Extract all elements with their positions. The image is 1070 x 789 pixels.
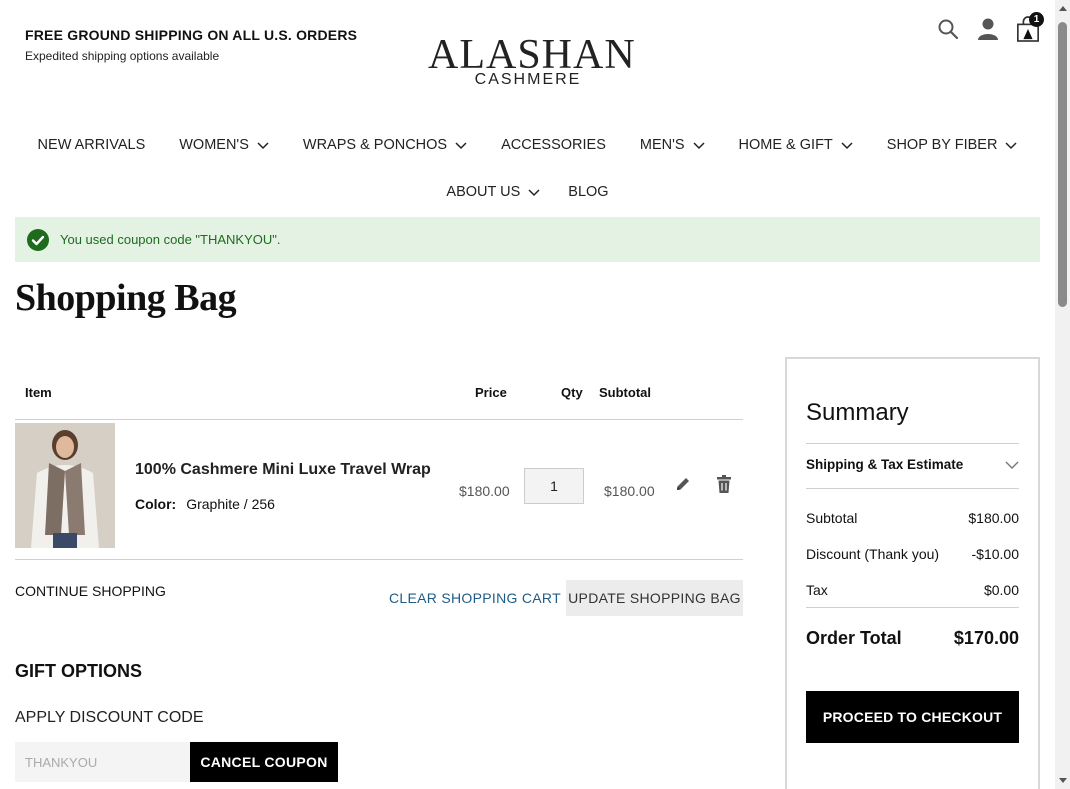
column-header-subtotal: Subtotal [599, 385, 651, 400]
option-label: Color: [135, 496, 177, 512]
nav-accessories[interactable]: ACCESSORIES [501, 137, 606, 153]
divider [806, 443, 1019, 444]
scrollbar-thumb[interactable] [1058, 22, 1067, 307]
nav-new-arrivals[interactable]: NEW ARRIVALS [38, 137, 146, 153]
divider [806, 607, 1019, 608]
option-value: Graphite / 256 [186, 496, 275, 512]
nav-label: SHOP BY FIBER [886, 137, 998, 153]
product-option: Color: Graphite / 256 [135, 496, 275, 512]
main-nav-row-2: ABOUT US BLOG [0, 184, 1055, 200]
chevron-down-icon [841, 142, 853, 150]
brand-logo[interactable]: ALASHAN CASHMERE [428, 32, 636, 88]
order-total-value: $170.00 [953, 628, 1019, 648]
nav-home-gift[interactable]: HOME & GIFT [739, 137, 853, 153]
nav-label: WRAPS & PONCHOS [302, 137, 448, 153]
divider [15, 559, 743, 560]
subtotal-value: $180.00 [968, 510, 1019, 526]
edit-icon[interactable] [673, 474, 693, 494]
nav-label: BLOG [568, 184, 609, 200]
header-icons: 1 [936, 12, 1044, 44]
page-scrollbar[interactable] [1055, 0, 1070, 789]
column-header-item: Item [25, 385, 52, 400]
trash-icon[interactable] [714, 474, 734, 494]
continue-shopping-link[interactable]: CONTINUE SHOPPING [15, 583, 166, 599]
cart-count-badge: 1 [1029, 12, 1044, 27]
column-header-price: Price [475, 385, 507, 400]
search-icon[interactable] [936, 14, 960, 44]
order-total-row: Order Total $170.00 [806, 628, 1019, 649]
nav-label: MEN'S [639, 137, 685, 153]
divider [806, 488, 1019, 489]
scroll-down-arrow-icon[interactable] [1059, 778, 1067, 783]
chevron-down-icon [1005, 461, 1019, 469]
product-name[interactable]: 100% Cashmere Mini Luxe Travel Wrap [135, 461, 431, 479]
item-price: $180.00 [459, 483, 510, 499]
quantity-input[interactable] [524, 468, 584, 504]
nav-label: HOME & GIFT [738, 137, 833, 153]
subtotal-label: Subtotal [806, 510, 858, 526]
page-title: Shopping Bag [15, 277, 237, 319]
discount-row: Discount (Thank you) -$10.00 [806, 546, 1019, 562]
item-subtotal: $180.00 [604, 483, 655, 499]
order-summary: Summary Shipping & Tax Estimate Subtotal… [785, 357, 1040, 789]
nav-label: WOMEN'S [179, 137, 249, 153]
gift-options-heading[interactable]: GIFT OPTIONS [15, 661, 142, 682]
discount-value: -$10.00 [971, 546, 1019, 562]
nav-blog[interactable]: BLOG [568, 184, 608, 200]
scroll-up-arrow-icon[interactable] [1059, 6, 1067, 11]
nav-shop-by-fiber[interactable]: SHOP BY FIBER [887, 137, 1018, 153]
tax-row: Tax $0.00 [806, 582, 1019, 598]
shipping-label: Shipping & Tax Estimate [806, 457, 964, 472]
tax-label: Tax [806, 582, 828, 598]
shipping-tax-estimate-toggle[interactable]: Shipping & Tax Estimate [806, 457, 1019, 472]
check-circle-icon [27, 228, 49, 251]
subtotal-row: Subtotal $180.00 [806, 510, 1019, 526]
column-header-qty: Qty [561, 385, 583, 400]
order-total-label: Order Total [806, 628, 902, 648]
proceed-to-checkout-button[interactable]: PROCEED TO CHECKOUT [806, 691, 1019, 743]
product-image[interactable] [15, 423, 115, 548]
coupon-success-message: You used coupon code "THANKYOU". [15, 217, 1040, 262]
chevron-down-icon [257, 142, 269, 150]
summary-title: Summary [806, 399, 909, 426]
cart-icon[interactable]: 1 [1016, 12, 1044, 44]
nav-about-us[interactable]: ABOUT US [446, 184, 540, 200]
chevron-down-icon [528, 189, 540, 197]
clear-cart-link[interactable]: CLEAR SHOPPING CART [389, 590, 561, 606]
update-bag-button[interactable]: UPDATE SHOPPING BAG [566, 580, 743, 616]
promo-banner: FREE GROUND SHIPPING ON ALL U.S. ORDERS … [25, 27, 357, 63]
message-text: You used coupon code "THANKYOU". [60, 232, 281, 247]
divider [15, 419, 743, 420]
discount-code-heading[interactable]: APPLY DISCOUNT CODE [15, 709, 204, 727]
main-nav-row-1: NEW ARRIVALS WOMEN'S WRAPS & PONCHOS ACC… [0, 137, 1055, 153]
chevron-down-icon [1005, 142, 1017, 150]
nav-wraps-ponchos[interactable]: WRAPS & PONCHOS [303, 137, 467, 153]
chevron-down-icon [455, 142, 467, 150]
promo-subtitle: Expedited shipping options available [25, 49, 220, 63]
nav-womens[interactable]: WOMEN'S [179, 137, 269, 153]
coupon-code-input[interactable] [15, 742, 190, 782]
nav-label: NEW ARRIVALS [37, 137, 146, 153]
account-icon[interactable] [976, 14, 1000, 44]
logo-wordmark: ALASHAN [428, 32, 636, 78]
nav-label: ACCESSORIES [501, 137, 606, 153]
nav-label: ABOUT US [446, 184, 521, 200]
tax-value: $0.00 [983, 582, 1019, 598]
nav-mens[interactable]: MEN'S [640, 137, 705, 153]
cancel-coupon-button[interactable]: CANCEL COUPON [190, 742, 338, 782]
chevron-down-icon [693, 142, 705, 150]
discount-label: Discount (Thank you) [806, 546, 940, 562]
promo-title: FREE GROUND SHIPPING ON ALL U.S. ORDERS [25, 27, 358, 43]
